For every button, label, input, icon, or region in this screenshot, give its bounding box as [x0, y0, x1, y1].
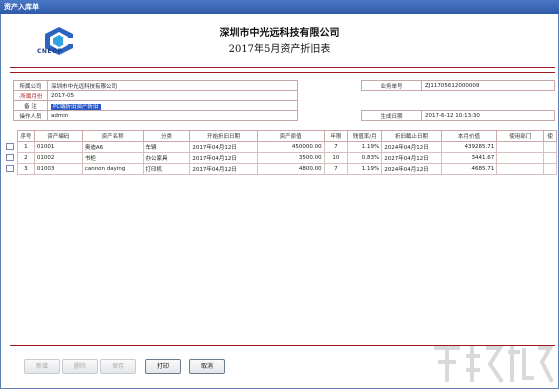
divider-top — [10, 67, 555, 68]
cell-month-value: 439285.71 — [440, 141, 498, 153]
cell-code: 01001 — [33, 141, 83, 153]
cell-department — [496, 163, 545, 175]
cell-start-date: 2017年04月12日 — [189, 163, 258, 175]
cell-rate: 1.19% — [347, 141, 383, 153]
cell-rate: 1.19% — [347, 163, 383, 175]
info-panel: 所属公司 深圳市中光远科技有限公司 业务单号 ZJ11705612000009 … — [13, 80, 555, 121]
cancel-button[interactable]: 取消 — [189, 359, 225, 374]
col-header-rate[interactable]: 残值率/月 — [347, 130, 383, 142]
bizno-field[interactable]: ZJ11705612000009 — [421, 80, 555, 91]
cell-value: 450000.00 — [256, 141, 325, 153]
cell-category: 车辆 — [142, 141, 191, 153]
cell-month-value: 3441.67 — [440, 152, 498, 164]
col-header-code[interactable]: 资产编码 — [33, 130, 83, 142]
watermark-logo-icon — [434, 346, 554, 384]
col-header-no[interactable]: 序号 — [16, 130, 35, 142]
cell-more — [543, 152, 557, 164]
table-row[interactable]: 1 01001 奥迪A6 车辆 2017年04月12日 450000.00 7 … — [4, 141, 557, 153]
col-header-category[interactable]: 分类 — [142, 130, 191, 142]
col-header-name[interactable]: 资产名称 — [81, 130, 144, 142]
cell-end-date: 2024年04月12日 — [381, 163, 442, 175]
cell-category: 打印机 — [142, 163, 191, 175]
delete-button[interactable]: 删除 — [62, 359, 98, 374]
company-title: 深圳市中光远科技有限公司 — [219, 28, 340, 39]
cell-no: 1 — [16, 141, 35, 153]
col-header-years[interactable]: 年限 — [323, 130, 349, 142]
table-row[interactable]: 3 01003 cannon daying 打印机 2017年04月12日 48… — [4, 163, 557, 175]
info-row-note: 备 注 PC端折旧资产折旧 — [13, 100, 555, 111]
operator-field[interactable]: admin — [47, 110, 298, 121]
window-title: 资产入库单 — [4, 3, 39, 11]
cell-more — [543, 141, 557, 153]
cell-years: 7 — [323, 163, 349, 175]
cell-no: 2 — [16, 152, 35, 164]
row-checkbox[interactable] — [6, 142, 14, 150]
month-field[interactable]: 2017-05 — [47, 90, 298, 101]
col-header-more[interactable]: 使 — [543, 130, 557, 142]
divider-top-2 — [10, 72, 555, 73]
cell-name: 奥迪A6 — [81, 141, 144, 153]
col-header-department[interactable]: 使用部门 — [496, 130, 545, 142]
cell-category: 办公家具 — [142, 152, 191, 164]
cell-name: cannon daying — [81, 163, 144, 175]
cell-value: 3500.00 — [256, 152, 325, 164]
cell-start-date: 2017年04月12日 — [189, 141, 258, 153]
cell-department — [496, 141, 545, 153]
cell-rate: 0.83% — [347, 152, 383, 164]
company-label: 所属公司 — [13, 80, 48, 91]
table-header-row: 序号 资产编码 资产名称 分类 开始折旧日期 资产原值 年限 残值率/月 折旧截… — [4, 130, 557, 142]
company-field[interactable]: 深圳市中光远科技有限公司 — [47, 80, 298, 91]
col-header-end-date[interactable]: 折旧截止日期 — [381, 130, 442, 142]
row-checkbox[interactable] — [6, 153, 14, 161]
col-header-month-value[interactable]: 本月价值 — [440, 130, 498, 142]
window-titlebar[interactable]: 资产入库单 — [0, 0, 559, 14]
note-label: 备 注 — [13, 100, 48, 111]
cell-no: 3 — [16, 163, 35, 175]
cell-more — [543, 163, 557, 175]
operator-label: 操作人员 — [13, 110, 48, 121]
add-button[interactable]: 新增 — [24, 359, 60, 374]
cell-years: 10 — [323, 152, 349, 164]
cell-name: 书柜 — [81, 152, 144, 164]
cell-code: 01002 — [33, 152, 83, 164]
cell-end-date: 2027年04月12日 — [381, 152, 442, 164]
month-label: ·所属月份 — [13, 90, 48, 101]
cell-years: 7 — [323, 141, 349, 153]
cell-code: 01003 — [33, 163, 83, 175]
note-value-selected[interactable]: PC端折旧资产折旧 — [51, 103, 101, 110]
note-field[interactable]: PC端折旧资产折旧 — [47, 100, 298, 111]
save-button[interactable]: 保存 — [100, 359, 136, 374]
col-header-start-date[interactable]: 开始折旧日期 — [189, 130, 258, 142]
info-row-operator: 操作人员 admin 生成日期 2017-6-12 10:13:30 — [13, 110, 555, 121]
date-field[interactable]: 2017-6-12 10:13:30 — [421, 110, 555, 121]
asset-table: 序号 资产编码 资产名称 分类 开始折旧日期 资产原值 年限 残值率/月 折旧截… — [4, 130, 557, 175]
cell-start-date: 2017年04月12日 — [189, 152, 258, 164]
form-frame — [0, 14, 559, 389]
cell-value: 4800.00 — [256, 163, 325, 175]
cell-end-date: 2024年04月12日 — [381, 141, 442, 153]
print-button[interactable]: 打印 — [145, 359, 181, 374]
report-title: 2017年5月资产折旧表 — [228, 44, 331, 55]
date-label: 生成日期 — [361, 110, 422, 121]
cell-month-value: 4685.71 — [440, 163, 498, 175]
info-row-month: ·所属月份 2017-05 — [13, 90, 555, 101]
cell-department — [496, 152, 545, 164]
bizno-label: 业务单号 — [361, 80, 422, 91]
table-row[interactable]: 2 01002 书柜 办公家具 2017年04月12日 3500.00 10 0… — [4, 152, 557, 164]
info-row-company: 所属公司 深圳市中光远科技有限公司 业务单号 ZJ11705612000009 — [13, 80, 555, 91]
row-checkbox[interactable] — [6, 164, 14, 172]
col-header-value[interactable]: 资产原值 — [256, 130, 325, 142]
